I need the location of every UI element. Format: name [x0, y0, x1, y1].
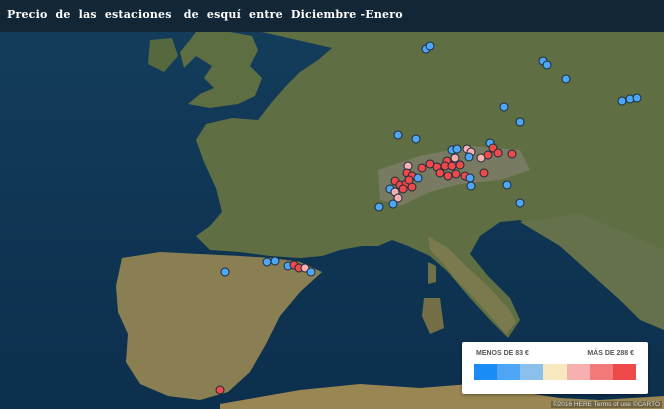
legend-swatch-5	[566, 364, 590, 380]
map-attribution[interactable]: ©2016 HERE Terms of use ©CARTO	[550, 401, 662, 408]
map-container[interactable]: Precio de las estaciones de esquí entre …	[0, 0, 664, 409]
map-title: Precio de las estaciones de esquí entre …	[7, 8, 403, 21]
legend-swatch-1	[474, 364, 498, 380]
ski-resort-marker[interactable]	[452, 144, 462, 154]
ski-resort-marker[interactable]	[515, 198, 525, 208]
ski-resort-marker[interactable]	[515, 117, 525, 127]
ski-resort-marker[interactable]	[411, 134, 421, 144]
ski-resort-marker[interactable]	[455, 160, 465, 170]
ski-resort-marker[interactable]	[306, 267, 316, 277]
ski-resort-marker[interactable]	[465, 173, 475, 183]
ski-resort-marker[interactable]	[493, 148, 503, 158]
ski-resort-marker[interactable]	[374, 202, 384, 212]
ski-resort-marker[interactable]	[404, 175, 414, 185]
legend-swatch-3	[520, 364, 544, 380]
ski-resort-marker[interactable]	[561, 74, 571, 84]
ski-resort-marker[interactable]	[502, 180, 512, 190]
ski-resort-marker[interactable]	[464, 152, 474, 162]
ski-resort-marker[interactable]	[451, 169, 461, 179]
legend-high-label: MÁS DE 288 €	[587, 350, 634, 357]
ski-resort-marker[interactable]	[499, 102, 509, 112]
legend-swatch-6	[589, 364, 613, 380]
ski-resort-marker[interactable]	[388, 199, 398, 209]
legend-swatch-7	[612, 364, 636, 380]
ski-resort-marker[interactable]	[393, 130, 403, 140]
ski-resort-marker[interactable]	[413, 173, 423, 183]
ski-resort-marker[interactable]	[476, 153, 486, 163]
ski-resort-marker[interactable]	[479, 168, 489, 178]
ski-resort-marker[interactable]	[270, 256, 280, 266]
ski-resort-marker[interactable]	[425, 41, 435, 51]
ski-resort-marker[interactable]	[542, 60, 552, 70]
legend-swatch-2	[497, 364, 521, 380]
ski-resort-marker[interactable]	[632, 93, 642, 103]
ski-resort-marker[interactable]	[507, 149, 517, 159]
legend-low-label: MENOS DE 83 €	[476, 350, 529, 357]
legend-swatch-4	[543, 364, 567, 380]
legend-color-scale	[474, 364, 636, 380]
price-legend: MENOS DE 83 € MÁS DE 288 €	[462, 342, 648, 394]
ski-resort-marker[interactable]	[398, 184, 408, 194]
ski-resort-marker[interactable]	[466, 181, 476, 191]
ski-resort-marker[interactable]	[220, 267, 230, 277]
ski-resort-marker[interactable]	[215, 385, 225, 395]
